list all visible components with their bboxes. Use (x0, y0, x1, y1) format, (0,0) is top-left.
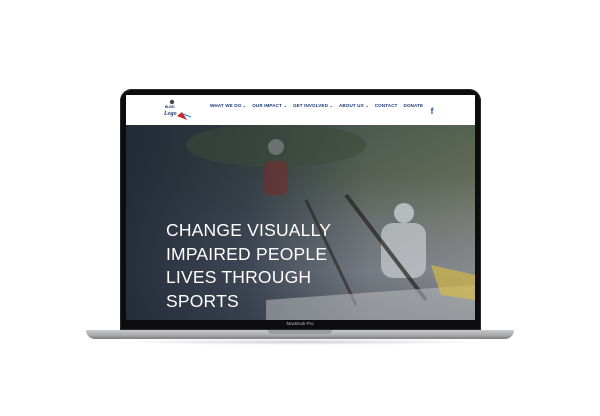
nav-item-our-impact[interactable]: OUR IMPACT ⌄ (252, 101, 287, 109)
nav-item-about-us[interactable]: ABOUT US ⌄ (339, 101, 369, 109)
hero-title-line: CHANGE VISUALLY (166, 220, 332, 240)
laptop-shadow (110, 339, 490, 345)
main-nav: WHAT WE DO ⌄ OUR IMPACT ⌄ GET INVOLVED ⌄… (210, 101, 440, 109)
nav-item-contact[interactable]: CONTACT (375, 101, 398, 109)
hero-title-line: IMPAIRED PEOPLE (166, 243, 328, 264)
chevron-down-icon: ⌄ (329, 102, 333, 108)
nav-item-get-involved[interactable]: GET INVOLVED ⌄ (293, 101, 333, 109)
nav-item-donate[interactable]: DONATE (404, 101, 424, 109)
hero-title-line: LIVES THROUGH (166, 267, 312, 287)
chevron-down-icon: ⌄ (283, 102, 287, 108)
hero-banner: CHANGE VISUALLY IMPAIRED PEOPLE LIVES TH… (126, 125, 475, 320)
nav-item-label: DONATE (403, 102, 424, 108)
chevron-down-icon: ⌄ (242, 102, 247, 108)
nav-item-what-we-do[interactable]: WHAT WE DO ⌄ (210, 101, 246, 109)
nav-item-label: OUR IMPACT (252, 102, 282, 108)
hero-title-line: SPORTS (166, 290, 239, 311)
site-header: BLIND Logo WHAT WE DO ⌄ OUR IMPACT ⌄ GET… (126, 95, 475, 125)
facebook-icon[interactable]: f (428, 106, 436, 116)
nav-item-label: WHAT WE DO (210, 102, 242, 108)
nav-item-label: ABOUT US (338, 102, 364, 108)
device-label: MacBook Pro (286, 321, 314, 326)
svg-text:Logo: Logo (163, 111, 177, 117)
site-logo[interactable]: BLIND Logo (163, 98, 193, 123)
chevron-down-icon: ⌄ (365, 102, 369, 108)
nav-item-label: GET INVOLVED (292, 102, 329, 108)
laptop-notch (268, 330, 332, 334)
svg-text:BLIND: BLIND (165, 105, 175, 109)
hero-title: CHANGE VISUALLY IMPAIRED PEOPLE LIVES TH… (166, 219, 356, 313)
nav-item-label: CONTACT (374, 102, 398, 108)
laptop-screen: BLIND Logo WHAT WE DO ⌄ OUR IMPACT ⌄ GET… (126, 95, 475, 320)
